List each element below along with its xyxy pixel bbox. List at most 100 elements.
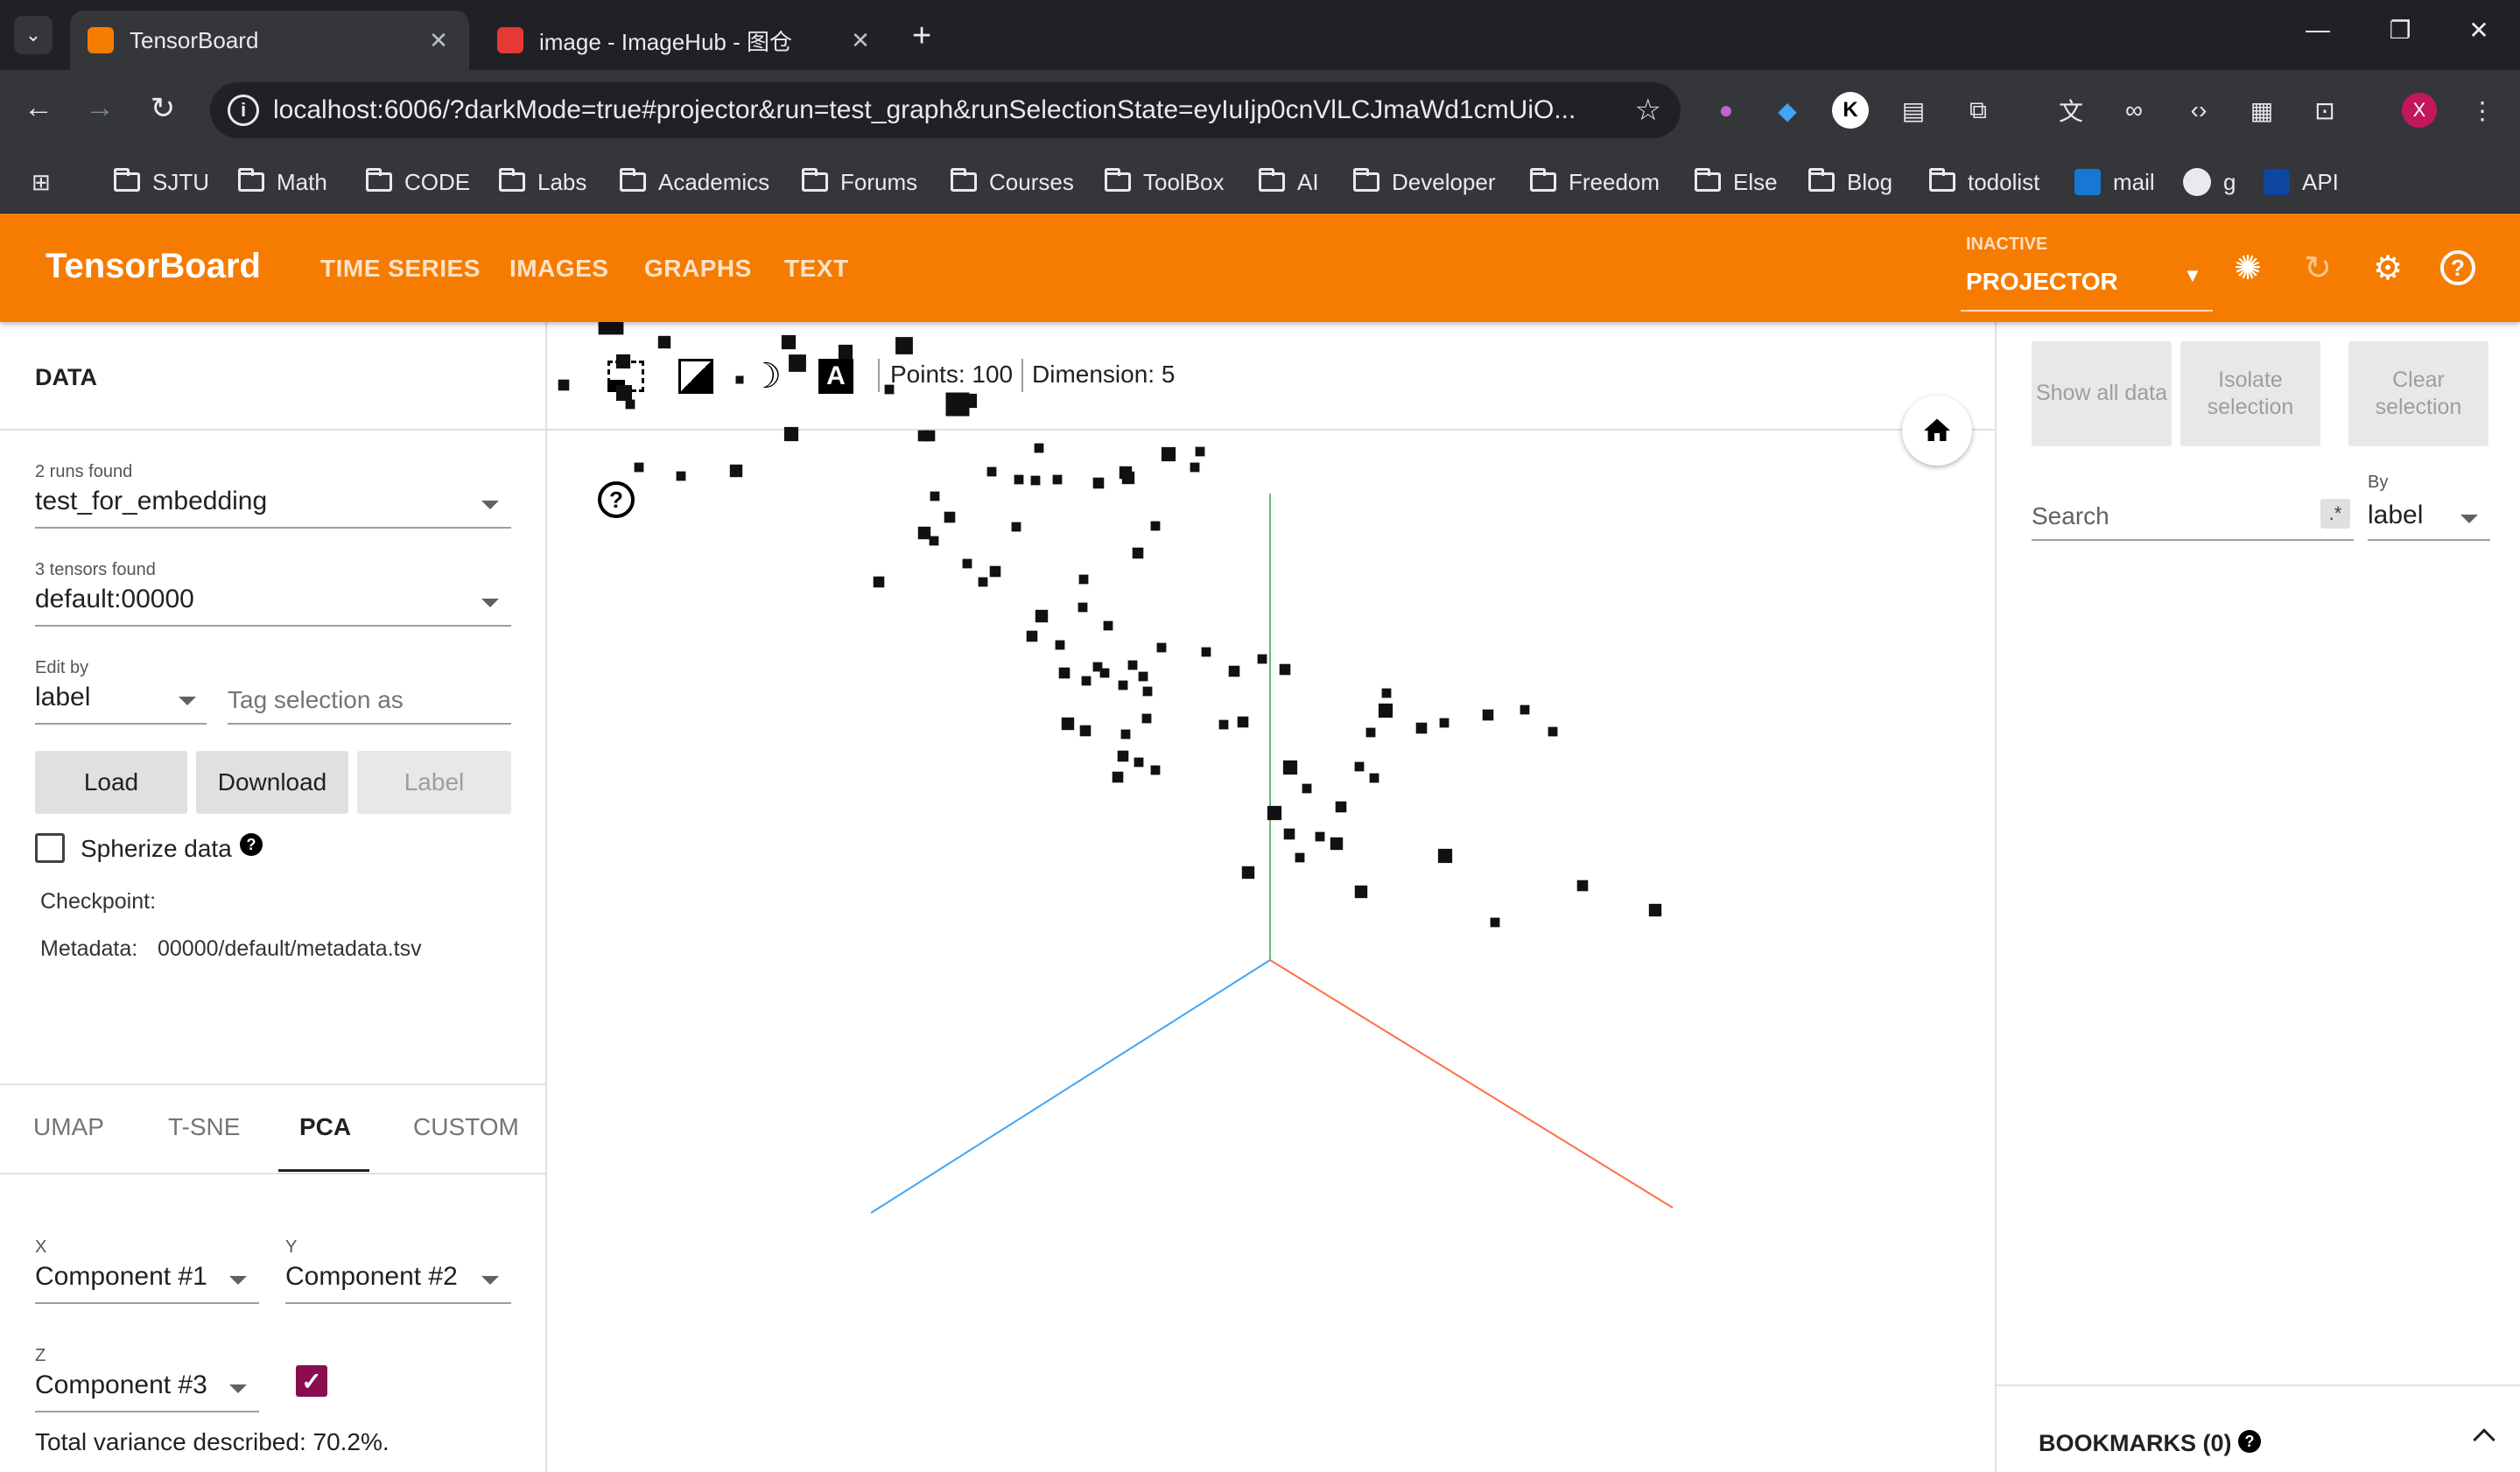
close-window-icon[interactable]: ✕ [2453, 16, 2505, 45]
tab-umap[interactable]: UMAP [33, 1113, 104, 1141]
data-point[interactable] [1055, 640, 1065, 650]
spherize-checkbox[interactable] [35, 833, 65, 863]
search-by-select[interactable]: label [2368, 501, 2423, 530]
site-info-icon[interactable]: i [228, 95, 259, 126]
data-point[interactable] [1092, 477, 1105, 489]
data-point[interactable] [1576, 880, 1589, 892]
data-point[interactable] [598, 322, 624, 335]
link-icon[interactable]: ∞ [2115, 91, 2153, 130]
data-point[interactable] [923, 430, 936, 442]
data-point[interactable] [1117, 750, 1129, 762]
data-point[interactable] [1354, 761, 1365, 772]
data-point[interactable] [1052, 474, 1063, 485]
tab-pca[interactable]: PCA [299, 1113, 351, 1141]
bookmark-blog[interactable]: Blog [1808, 163, 1892, 201]
theme-sun-icon[interactable]: ✺ [2227, 247, 2269, 289]
data-point[interactable] [1365, 727, 1376, 738]
z-component-select[interactable]: Component #3 [35, 1370, 207, 1400]
help-icon[interactable]: ? [2437, 247, 2479, 289]
close-tab-icon[interactable]: ✕ [847, 27, 874, 54]
data-point[interactable] [1241, 866, 1255, 880]
scatter-plot-3d[interactable] [547, 322, 1995, 1472]
data-point[interactable] [781, 334, 797, 350]
z-enabled-checkbox[interactable]: ✓ [296, 1365, 327, 1397]
plugin-dropdown[interactable]: PROJECTOR [1966, 268, 2118, 296]
profile-avatar[interactable]: X [2400, 91, 2439, 130]
show-all-data-button[interactable]: Show all data [2032, 341, 2172, 446]
bookmark-mail[interactable]: mail [2074, 163, 2155, 201]
data-point[interactable] [1437, 848, 1453, 864]
data-point[interactable] [1161, 446, 1176, 462]
data-points[interactable] [547, 322, 1662, 928]
data-point[interactable] [1078, 574, 1089, 585]
data-point[interactable] [1150, 765, 1161, 775]
projector-viewport[interactable]: ☽ A Points: 100 Dimension: 5 ? [547, 322, 1995, 1472]
data-point[interactable] [929, 536, 939, 546]
nav-images[interactable]: IMAGES [509, 255, 608, 283]
nav-graphs[interactable]: GRAPHS [644, 255, 752, 283]
bookmark-else[interactable]: Else [1695, 163, 1778, 201]
data-point[interactable] [1257, 654, 1267, 664]
chevron-down-icon[interactable] [229, 1276, 247, 1285]
bookmark-api[interactable]: API [2264, 163, 2339, 201]
data-point[interactable] [1079, 725, 1092, 737]
browser-tab-imagehub[interactable]: image - ImageHub - 图仓 ✕ [480, 11, 891, 70]
data-point[interactable] [729, 464, 743, 478]
tab-tsne[interactable]: T-SNE [168, 1113, 240, 1141]
data-point[interactable] [1014, 474, 1024, 485]
back-arrow-icon[interactable]: ← [19, 91, 58, 125]
data-point[interactable] [1302, 783, 1312, 794]
chevron-down-icon[interactable] [481, 599, 499, 607]
data-point[interactable] [1335, 801, 1347, 813]
run-select[interactable]: test_for_embedding [35, 487, 267, 516]
tensor-select[interactable]: default:00000 [35, 585, 194, 614]
data-point[interactable] [1120, 729, 1131, 740]
browser-tab-tensorboard[interactable]: TensorBoard ✕ [70, 11, 469, 70]
data-point[interactable] [735, 375, 744, 384]
data-point[interactable] [1228, 665, 1240, 677]
load-button[interactable]: Load [35, 751, 187, 814]
bookmark-math[interactable]: Math [238, 163, 327, 201]
bookmark-code[interactable]: CODE [366, 163, 470, 201]
forward-arrow-icon[interactable]: → [81, 91, 119, 125]
download-button[interactable]: Download [196, 751, 348, 814]
data-point[interactable] [616, 385, 632, 401]
data-point[interactable] [1201, 647, 1211, 657]
data-point[interactable] [1267, 805, 1282, 821]
table-icon[interactable]: ▦ [2243, 91, 2281, 130]
chevron-down-icon[interactable] [2460, 515, 2478, 523]
edit-by-select[interactable]: label [35, 683, 90, 712]
data-point[interactable] [1026, 630, 1038, 642]
data-point[interactable] [1315, 831, 1325, 842]
bookmark-labs[interactable]: Labs [499, 163, 586, 201]
chevron-down-icon[interactable] [229, 1384, 247, 1393]
nav-time-series[interactable]: TIME SERIES [320, 255, 481, 283]
nav-text[interactable]: TEXT [784, 255, 849, 283]
data-point[interactable] [1648, 903, 1662, 917]
bookmark-forums[interactable]: Forums [802, 163, 917, 201]
bookmark-developer[interactable]: Developer [1353, 163, 1496, 201]
extension-k-icon[interactable]: K [1831, 91, 1870, 130]
data-point[interactable] [1142, 686, 1153, 697]
data-point[interactable] [1218, 719, 1229, 730]
data-point[interactable] [962, 558, 972, 569]
data-point[interactable] [1237, 716, 1249, 728]
data-point[interactable] [1058, 667, 1070, 679]
data-point[interactable] [917, 526, 931, 540]
data-point[interactable] [1081, 676, 1092, 686]
extension-brain-icon[interactable]: ● [1707, 91, 1745, 130]
extensions-puzzle-icon[interactable]: ⧉ [1959, 91, 1997, 130]
data-point[interactable] [1378, 703, 1393, 718]
restore-icon[interactable]: ❐ [2374, 16, 2426, 45]
data-point[interactable] [838, 344, 853, 360]
regex-toggle-icon[interactable]: .* [2320, 499, 2350, 529]
data-point[interactable] [1283, 828, 1295, 840]
code-icon[interactable]: ‹› [2180, 91, 2218, 130]
bookmark-toolbox[interactable]: ToolBox [1105, 163, 1225, 201]
bookmark-courses[interactable]: Courses [951, 163, 1074, 201]
translate-icon[interactable]: 文 [2052, 91, 2090, 130]
label-button[interactable]: Label [357, 751, 511, 814]
tab-search-button[interactable]: ⌄ [14, 16, 53, 54]
search-input[interactable]: Search [2032, 502, 2109, 530]
settings-gear-icon[interactable]: ⚙ [2367, 247, 2409, 289]
